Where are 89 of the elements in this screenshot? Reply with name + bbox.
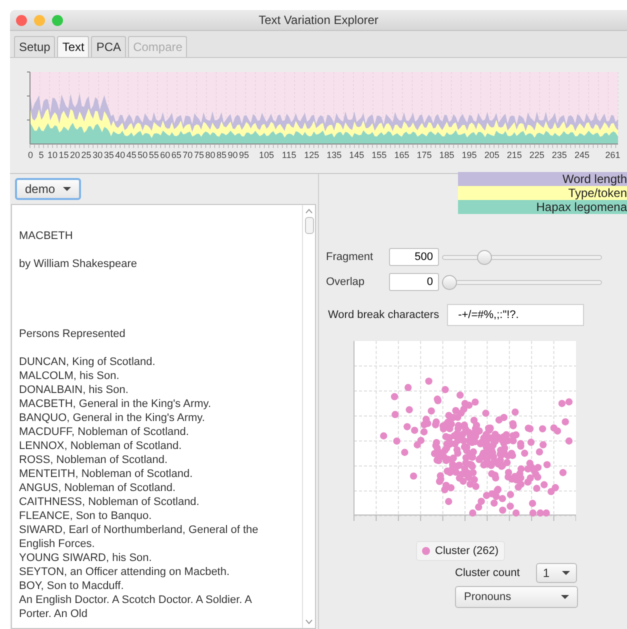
axis-tick-label: 115 [282,150,296,160]
text-line: BOY, Son to Macduff. [19,579,125,593]
text-line: FLEANCE, Son to Banquo. [19,509,153,523]
axis-tick-label: 261 [605,150,620,160]
scroll-up-icon[interactable] [305,208,313,214]
legend-label: Cluster (262) [435,545,499,557]
text-line: ANGUS, Nobleman of Scotland. [19,481,177,495]
axis-tick-label: 65 [171,150,182,160]
legend-item: Word length [458,172,627,186]
axis-tick-label: 90 [228,150,238,160]
axis-tick-label: 135 [326,150,342,160]
axis-tick-label: 155 [372,150,387,160]
slider-track[interactable] [442,250,602,264]
axis-tick-label: 195 [462,150,477,160]
text-area[interactable] [11,204,316,629]
slider-thumb[interactable] [442,274,457,290]
text-line: BANQUO, General in the King's Army. [19,411,206,425]
text-line: by William Shakespeare [19,257,138,271]
axis-tick-label: 95 [239,150,250,160]
text-line: MALCOLM, his Son. [19,369,120,383]
caret-icon [561,595,569,599]
tab[interactable]: Text [57,36,90,57]
axis-tick-label: 80 [205,150,216,160]
axis-tick-label: 75 [194,150,204,160]
cluster-count-dropdown[interactable]: 1 [536,563,576,583]
axis-tick-label: 205 [484,150,500,160]
slider-thumb[interactable] [476,250,492,264]
text-line: MACBETH, General in the King's Army. [19,397,212,411]
field-label: Word break characters [328,309,440,321]
caret-icon [63,187,72,191]
tab[interactable]: Setup [14,36,56,57]
feature-dropdown[interactable]: Pronouns [455,586,578,608]
word-break-field[interactable]: -+/=#%,;:"!?. [447,304,584,326]
text-line: SIWARD, Earl of Northumberland, General of the English Forces. [19,523,260,551]
axis-tick-label: 175 [416,150,432,160]
axis-tick-label: 50 [138,150,148,160]
number-field[interactable]: 0 [389,273,439,291]
axis-tick-label: 125 [304,150,320,160]
axis-tick-label: 20 [70,150,80,160]
text-line: YOUNG SIWARD, his Son. [19,551,153,565]
zoom-icon[interactable] [52,14,63,26]
field-label: Cluster count [455,567,520,579]
text-line: ROSS, Nobleman of Scotland. [19,453,169,467]
axis-tick-label: 25 [81,150,92,160]
axis-tick-label: 60 [160,150,170,160]
text-line: MACDUFF, Nobleman of Scotland. [19,425,190,439]
axis-tick-label: 30 [92,150,103,160]
axis-tick-label: 10 [48,150,58,160]
scrollbar[interactable] [302,205,315,628]
axis-tick-label: 15 [58,150,69,160]
axis-tick-label: 245 [574,150,590,160]
text-line: DONALBAIN, his Son. [19,383,130,397]
text-line: MACBETH [19,229,74,243]
document-dropdown[interactable]: demo [15,178,82,200]
scroll-thumb[interactable] [304,217,314,234]
axis-tick-label: 85 [216,150,226,160]
axis-tick-label: 5 [38,150,44,160]
tab[interactable]: PCA [91,36,126,57]
text-line: An English Doctor. A Scotch Doctor. A Soldier. A Porter. An Old [19,593,253,621]
legend-item: Hapax legomena [458,200,627,214]
axis-tick-label: 45 [126,150,136,160]
text-line: DUNCAN, King of Scotland. [19,355,156,369]
axis-tick-label: 225 [529,150,544,160]
text-line: LENNOX, Nobleman of Scotland. [19,439,183,453]
axis-tick-label: 70 [182,150,193,160]
text-line: MENTEITH, Nobleman of Scotland. [19,467,194,481]
axis-tick-label: 40 [115,150,126,160]
window-title: Text Variation Explorer [258,13,378,27]
axis-tick-label: 215 [506,150,522,160]
scroll-down-icon[interactable] [305,619,313,625]
caret-icon [562,571,570,575]
slider-track[interactable] [442,274,602,290]
axis-tick-label: 235 [552,150,567,160]
text-line: Persons Represented [19,327,126,341]
axis-tick-label: 55 [148,150,159,160]
axis-tick-label: 35 [104,150,114,160]
axis-tick-label: 145 [349,150,364,160]
legend-item: Type/token [458,186,627,200]
axis-tick-label: 105 [259,150,274,160]
axis-tick-label: 185 [439,150,454,160]
slider-label: Overlap [326,276,366,288]
close-icon[interactable] [16,14,27,26]
axis-tick-label: 0 [28,150,34,160]
number-field[interactable]: 500 [389,248,439,266]
minimize-icon[interactable] [34,14,45,26]
text-line: CAITHNESS, Nobleman of Scotland. [19,495,200,509]
slider-label: Fragment [326,251,374,263]
text-line: SEYTON, an Officer attending on Macbeth. [19,565,231,579]
axis-tick-label: 165 [394,150,410,160]
